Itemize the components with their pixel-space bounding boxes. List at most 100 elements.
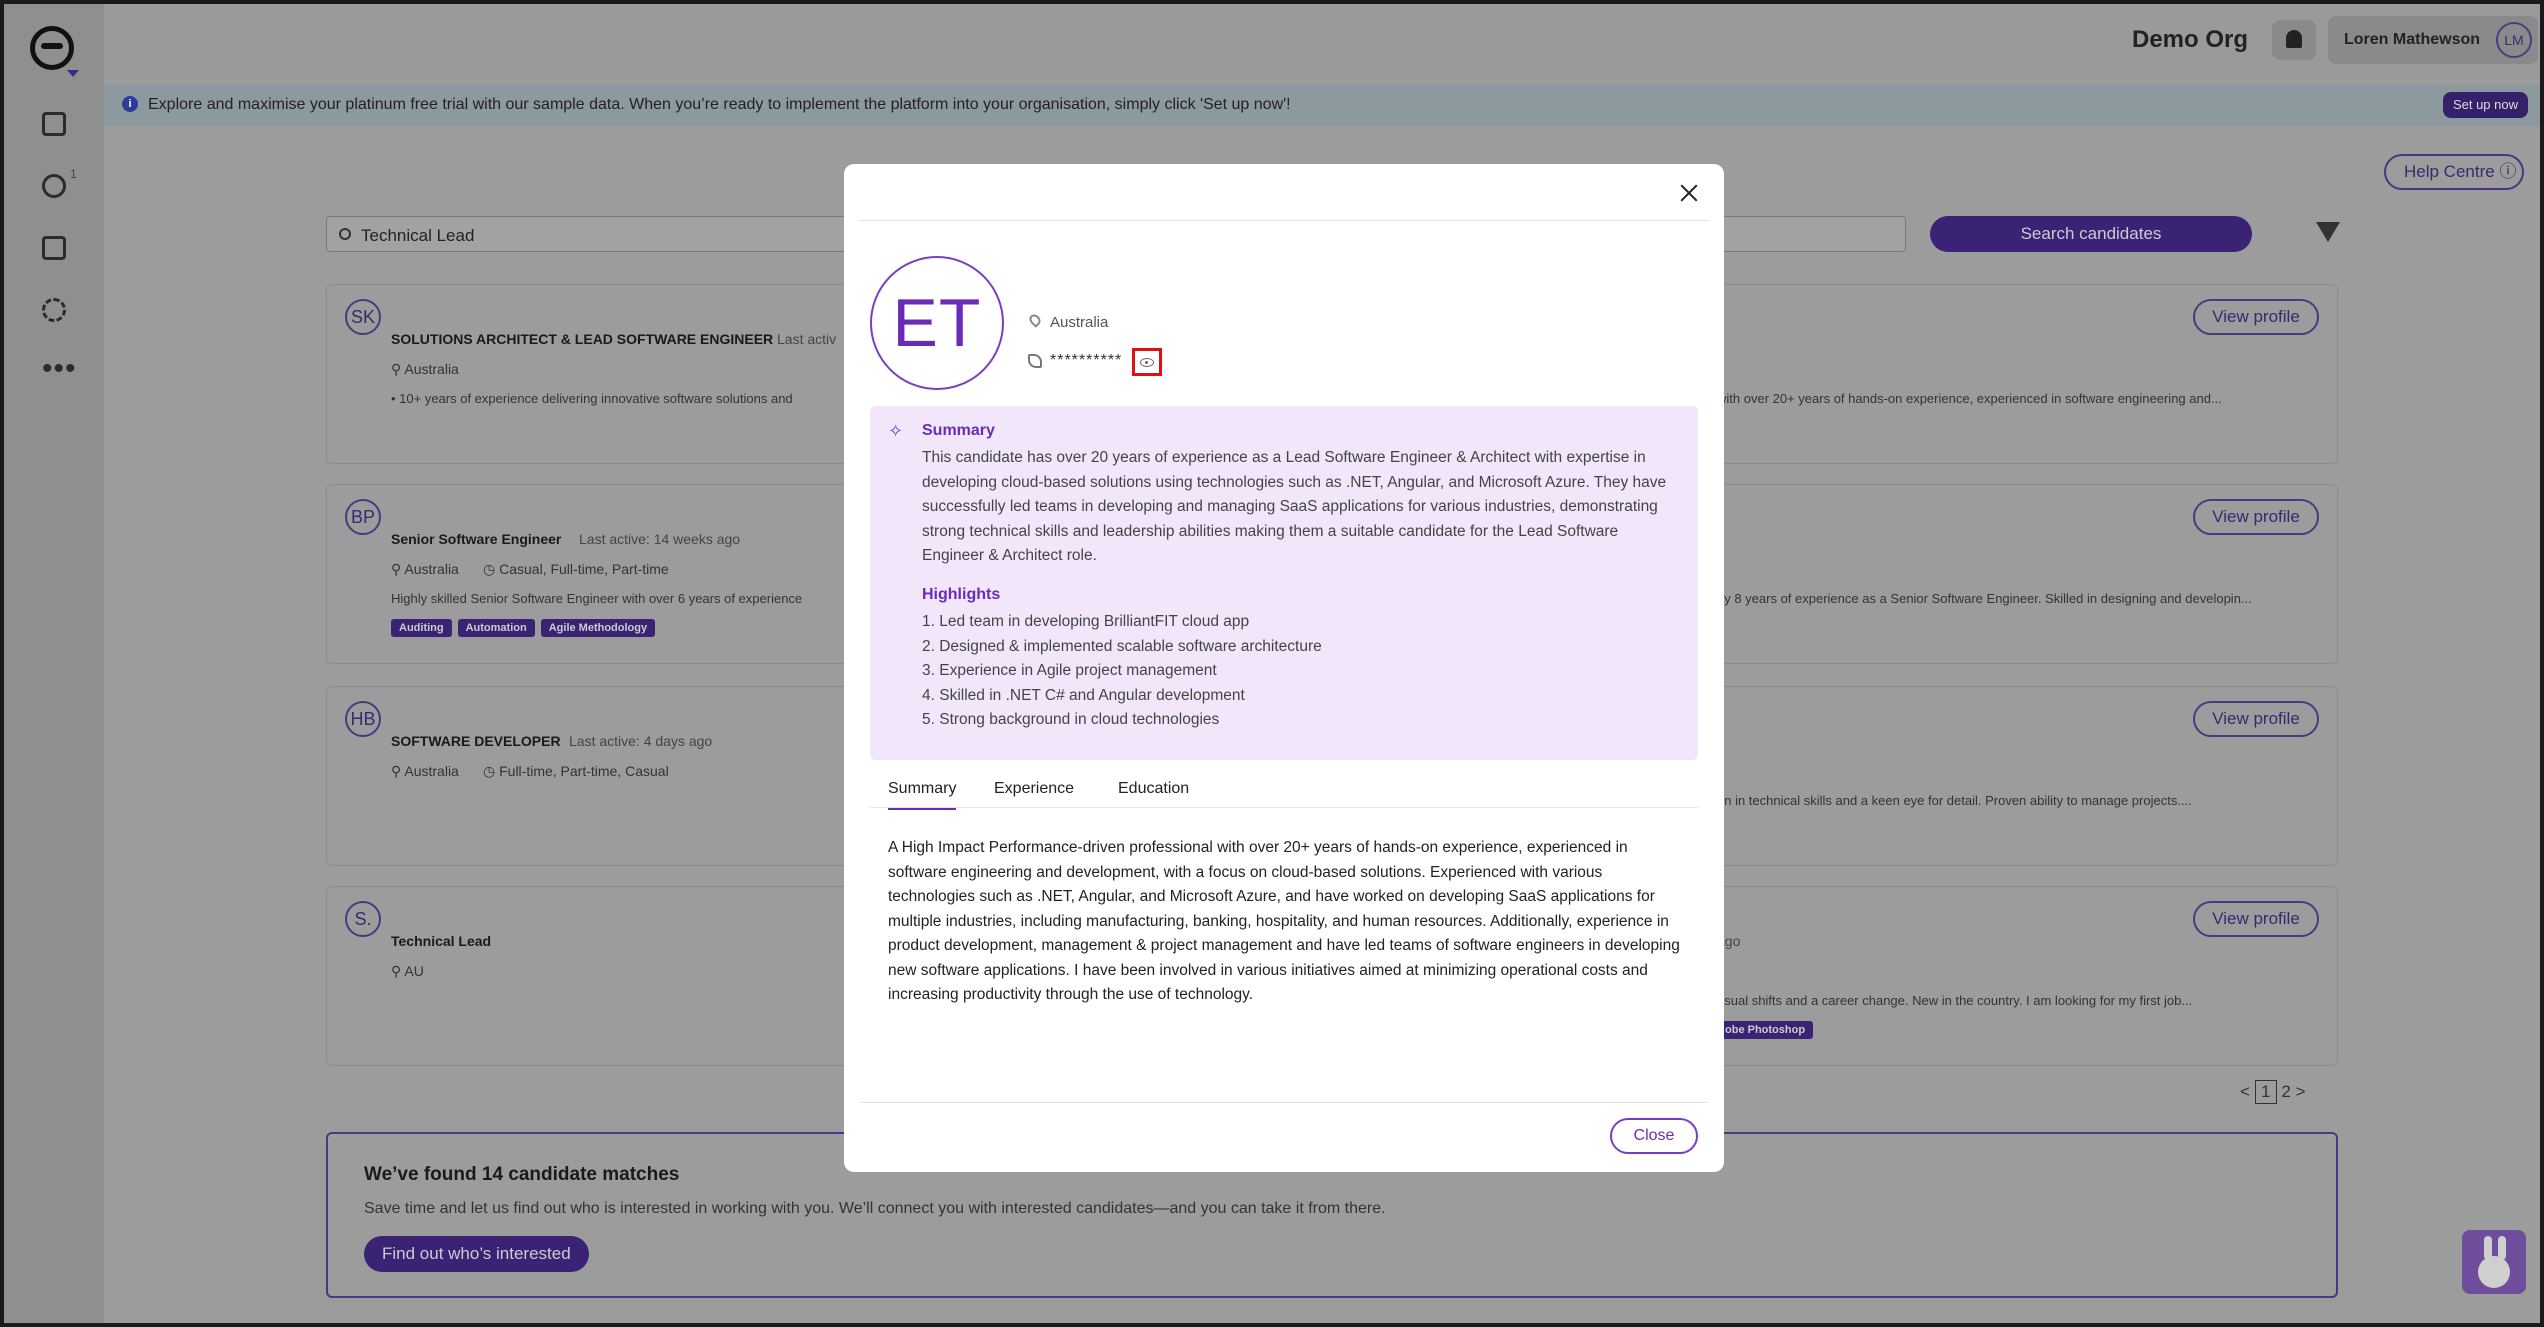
- candidate-avatar: HB: [345, 701, 381, 737]
- candidate-avatar: BP: [345, 499, 381, 535]
- phone-number-masked: **********: [1050, 352, 1123, 369]
- trial-banner: i Explore and maximise your platinum fre…: [104, 84, 2540, 126]
- highlights-list: 1. Led team in developing BrilliantFIT c…: [922, 610, 1322, 733]
- skill-tag: Auditing: [391, 619, 452, 637]
- highlights-heading: Highlights: [922, 586, 1001, 603]
- find-out-interested-button[interactable]: Find out who’s interested: [364, 1236, 589, 1272]
- skill-tag: obe Photoshop: [1717, 1021, 1814, 1039]
- next-page-button[interactable]: >: [2296, 1082, 2306, 1101]
- org-name: Demo Org: [2131, 26, 2248, 53]
- location-text: AU: [404, 963, 424, 979]
- view-profile-button[interactable]: View profile: [2193, 701, 2319, 737]
- highlight-item: 4. Skilled in .NET C# and Angular develo…: [922, 686, 1245, 704]
- highlight-item: 5. Strong background in cloud technologi…: [922, 711, 1220, 728]
- user-avatar: LM: [2496, 22, 2532, 58]
- dashboard-icon[interactable]: [42, 112, 66, 136]
- highlight-item: 2. Designed & implemented scalable softw…: [922, 637, 1322, 655]
- candidate-title: SOFTWARE DEVELOPER: [391, 733, 561, 749]
- candidate-description: Highly skilled Senior Software Engineer …: [391, 591, 803, 606]
- job-types: ◷ Casual, Full-time, Part-time: [483, 561, 669, 577]
- highlight-item: 1. Led team in developing BrilliantFIT c…: [922, 613, 1250, 630]
- tab-experience[interactable]: Experience: [994, 780, 1074, 798]
- tab-education[interactable]: Education: [1118, 780, 1189, 798]
- location-pin-icon: [1027, 312, 1043, 328]
- view-profile-button[interactable]: View profile: [2193, 499, 2319, 535]
- candidates-badge: 1: [70, 167, 77, 181]
- set-up-now-button[interactable]: Set up now: [2442, 92, 2528, 118]
- ai-summary-box: ✧ Summary This candidate has over 20 yea…: [870, 406, 1698, 760]
- matches-subtitle: Save time and let us find out who is int…: [364, 1200, 1386, 1217]
- candidate-title: SOLUTIONS ARCHITECT & LEAD SOFTWARE ENGI…: [391, 331, 774, 347]
- job-types: ◷ Full-time, Part-time, Casual: [483, 763, 669, 779]
- user-menu[interactable]: Loren Mathewson LM: [2328, 16, 2538, 64]
- view-profile-button[interactable]: View profile: [2193, 901, 2319, 937]
- candidate-avatar-large: ET: [870, 256, 1004, 390]
- candidate-avatar: S.: [345, 901, 381, 937]
- candidate-description-right: rly 8 years of experience as a Senior So…: [1717, 591, 2252, 606]
- info-icon: i: [122, 96, 138, 112]
- close-button[interactable]: Close: [1610, 1118, 1698, 1154]
- modal-footer-divider: [860, 1102, 1708, 1103]
- search-icon: [339, 228, 351, 240]
- candidate-title: Senior Software Engineer: [391, 531, 562, 547]
- profile-summary-text: A High Impact Performance-driven profess…: [888, 839, 1680, 1003]
- app-window: 1 ••• Demo Org Loren Mathewson LM i Expl…: [0, 0, 2544, 1327]
- search-value: Technical Lead: [361, 226, 475, 245]
- candidate-description-right: asual shifts and a career change. New in…: [1717, 993, 2193, 1008]
- last-active: Last active: 4 days ago: [569, 733, 713, 749]
- sidebar: 1 •••: [4, 4, 104, 1323]
- last-active: Last active: 14 weeks ago: [579, 531, 741, 547]
- pagination: < 1 2 >: [2240, 1080, 2306, 1104]
- banner-text: Explore and maximise your platinum free …: [148, 96, 1291, 113]
- view-profile-button[interactable]: View profile: [2193, 299, 2319, 335]
- last-active: Last activ: [777, 331, 837, 347]
- skill-tag: Agile Methodology: [540, 619, 656, 637]
- notifications-button[interactable]: [2272, 20, 2316, 60]
- reveal-phone-eye-icon[interactable]: [1132, 348, 1162, 376]
- skill-tags: Auditing Automation Agile Methodology: [391, 618, 661, 637]
- candidate-location: ⚲ Australia: [391, 361, 459, 377]
- candidate-description-right: on in technical skills and a keen eye fo…: [1717, 793, 2192, 808]
- assistant-bunny-icon[interactable]: [2462, 1230, 2526, 1294]
- location-text: Australia: [404, 361, 459, 377]
- location-text: Australia: [404, 561, 459, 577]
- topbar: Demo Org Loren Mathewson LM: [104, 4, 2540, 80]
- highlight-item: 3. Experience in Agile project managemen…: [922, 662, 1217, 679]
- candidates-icon[interactable]: [42, 174, 66, 198]
- bell-icon: [2286, 30, 2302, 48]
- job-types-text: Full-time, Part-time, Casual: [499, 763, 669, 779]
- modal-header-divider: [860, 220, 1708, 221]
- help-centre-button[interactable]: Help Centre ⓘ: [2384, 154, 2524, 190]
- skill-tags: obe Photoshop: [1717, 1020, 1819, 1039]
- candidate-location: Australia: [1050, 314, 1109, 331]
- candidate-avatar: SK: [345, 299, 381, 335]
- prev-page-button[interactable]: <: [2240, 1082, 2250, 1101]
- job-types-text: Casual, Full-time, Part-time: [499, 561, 669, 577]
- summary-text: This candidate has over 20 years of expe…: [922, 449, 1667, 564]
- candidate-description-right: with over 20+ years of hands-on experien…: [1717, 391, 2222, 406]
- candidate-profile-modal: ET Australia ********** ✧ Summary This c…: [844, 164, 1724, 1172]
- page-1-button[interactable]: 1: [2254, 1080, 2277, 1104]
- app-logo-icon[interactable]: [30, 26, 79, 77]
- help-centre-label: Help Centre: [2404, 162, 2495, 181]
- phone-icon: [1028, 354, 1042, 368]
- candidate-location: ⚲ AU: [391, 963, 424, 979]
- candidate-description: • 10+ years of experience delivering inn…: [391, 391, 793, 406]
- candidate-title: Technical Lead: [391, 933, 492, 949]
- matches-title: We’ve found 14 candidate matches: [364, 1164, 680, 1185]
- sparkle-icon: ✧: [888, 421, 904, 441]
- skill-tag: Automation: [457, 619, 535, 637]
- candidate-location: ⚲ Australia: [391, 561, 459, 577]
- candidate-location: ⚲ Australia: [391, 763, 459, 779]
- user-name: Loren Mathewson: [2344, 31, 2481, 48]
- filter-icon[interactable]: [2316, 222, 2340, 242]
- tab-summary[interactable]: Summary: [888, 780, 957, 810]
- more-dots-icon[interactable]: •••: [42, 354, 77, 384]
- settings-gear-icon[interactable]: [42, 298, 66, 322]
- jobs-icon[interactable]: [42, 236, 66, 260]
- close-icon[interactable]: [1676, 180, 1702, 206]
- summary-heading: Summary: [922, 422, 995, 439]
- location-text: Australia: [404, 763, 459, 779]
- page-2-button[interactable]: 2: [2281, 1082, 2290, 1101]
- search-candidates-button[interactable]: Search candidates: [1930, 216, 2252, 252]
